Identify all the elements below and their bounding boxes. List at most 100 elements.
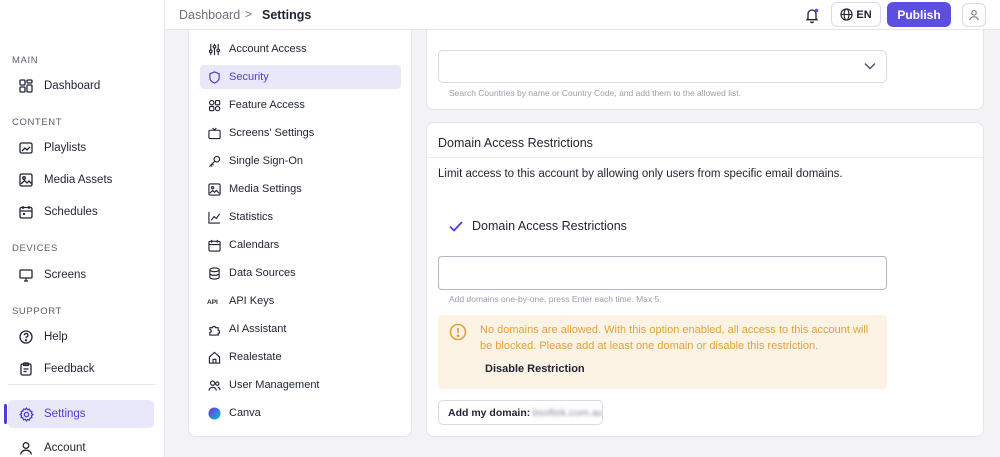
breadcrumb-dashboard[interactable]: Dashboard	[179, 8, 240, 22]
sidebar-item-playlists[interactable]: Playlists	[8, 134, 154, 162]
settings-item-calendars[interactable]: Calendars	[200, 233, 401, 257]
settings-item-label: API Keys	[229, 295, 275, 307]
section-label-content: CONTENT	[12, 117, 63, 128]
warning-alert: No domains are allowed. With this option…	[438, 315, 887, 389]
settings-item-label: Security	[229, 71, 269, 83]
settings-item-user-management[interactable]: User Management	[200, 373, 401, 397]
tv-icon	[207, 126, 221, 140]
user-icon	[969, 10, 979, 21]
language-label: EN	[856, 8, 872, 21]
top-bar: Dashboard > Settings EN Publish	[165, 0, 1000, 30]
settings-menu: Account Access Security Feature Access S…	[188, 30, 412, 437]
domain-input-help: Add domains one-by-one, press Enter each…	[449, 294, 662, 304]
chart-icon	[207, 210, 221, 224]
sidebar-item-label: Playlists	[44, 142, 87, 154]
home-icon	[207, 350, 221, 364]
database-icon	[207, 266, 221, 280]
playlist-icon	[18, 140, 34, 156]
sidebar-item-dashboard[interactable]: Dashboard	[8, 72, 154, 100]
settings-item-label: Statistics	[229, 211, 274, 223]
settings-item-feature-access[interactable]: Feature Access	[200, 93, 401, 117]
svg-text:API: API	[207, 299, 218, 306]
puzzle-icon	[207, 322, 221, 336]
user-icon	[18, 440, 34, 456]
sidebar-divider	[8, 384, 156, 385]
sidebar-item-label: Feedback	[44, 363, 95, 375]
help-circle-icon	[18, 329, 34, 345]
settings-item-label: User Management	[229, 379, 320, 391]
settings-item-statistics[interactable]: Statistics	[200, 205, 401, 229]
section-label-main: MAIN	[12, 55, 39, 66]
sidebar-item-settings[interactable]: Settings	[4, 400, 154, 428]
sidebar-item-label: Account	[44, 442, 86, 454]
publish-button[interactable]: Publish	[887, 2, 951, 27]
add-my-domain-button[interactable]: Add my domain: bsoftek.com.au	[438, 400, 603, 425]
sidebar-item-account[interactable]: Account	[8, 434, 154, 457]
settings-item-label: Single Sign-On	[229, 155, 303, 167]
calendar-icon	[18, 204, 34, 220]
card-description: Limit access to this account by allowing…	[438, 168, 843, 180]
section-label-support: SUPPORT	[12, 306, 62, 317]
users-icon	[207, 378, 221, 392]
country-restriction-card: Search Countries by name or Country Code…	[426, 30, 984, 110]
sidebar-item-label: Settings	[44, 408, 86, 420]
settings-item-canva[interactable]: Canva	[200, 401, 401, 425]
settings-item-label: Calendars	[229, 239, 280, 251]
avatar[interactable]	[962, 3, 986, 27]
breadcrumb-separator: >	[245, 7, 253, 21]
domain-access-card: Domain Access Restrictions Limit access …	[426, 122, 984, 437]
sidebar-item-label: Media Assets	[44, 174, 113, 186]
card-title: Domain Access Restrictions	[438, 136, 593, 150]
domain-restriction-toggle[interactable]: Domain Access Restrictions	[449, 219, 627, 233]
settings-item-security[interactable]: Security	[200, 65, 401, 89]
settings-item-data-sources[interactable]: Data Sources	[200, 261, 401, 285]
sidebar-item-label: Screens	[44, 269, 87, 281]
globe-icon	[840, 8, 853, 21]
settings-item-label: Account Access	[229, 43, 307, 55]
gear-icon	[18, 406, 34, 422]
domain-input[interactable]	[438, 256, 887, 290]
language-selector[interactable]: EN	[831, 2, 881, 27]
settings-item-label: Data Sources	[229, 267, 296, 279]
key-icon	[207, 154, 221, 168]
add-domain-label: Add my domain:	[448, 406, 531, 419]
card-divider	[427, 157, 983, 158]
settings-item-screens-settings[interactable]: Screens' Settings	[200, 121, 401, 145]
media-icon	[207, 182, 221, 196]
canva-icon	[207, 406, 221, 420]
sidebar-item-feedback[interactable]: Feedback	[8, 355, 154, 383]
settings-item-label: Screens' Settings	[229, 127, 315, 139]
sidebar-item-help[interactable]: Help	[8, 323, 154, 351]
section-label-devices: DEVICES	[12, 243, 58, 254]
sidebar-item-label: Dashboard	[44, 80, 101, 92]
country-help-text: Search Countries by name or Country Code…	[449, 88, 741, 98]
grid-icon	[207, 98, 221, 112]
warning-text: No domains are allowed. With this option…	[480, 324, 869, 352]
disable-restriction-button[interactable]: Disable Restriction	[485, 363, 585, 375]
sidebar: MAIN Dashboard CONTENT Playlists Media A…	[0, 0, 165, 457]
settings-item-realestate[interactable]: Realestate	[200, 345, 401, 369]
monitor-icon	[18, 267, 34, 283]
shield-icon	[207, 70, 221, 84]
calendar-icon	[207, 238, 221, 252]
sidebar-item-schedules[interactable]: Schedules	[8, 198, 154, 226]
country-select[interactable]	[438, 50, 887, 83]
warning-circle-icon	[449, 323, 467, 344]
dashboard-icon	[18, 78, 34, 94]
sliders-icon	[207, 42, 221, 56]
my-domain-value: bsoftek.com.au	[532, 406, 603, 419]
settings-item-api-keys[interactable]: API API Keys	[200, 289, 401, 313]
notification-bell-icon[interactable]	[803, 6, 821, 24]
sidebar-item-screens[interactable]: Screens	[8, 261, 154, 289]
chevron-down-icon	[864, 63, 876, 70]
settings-item-media-settings[interactable]: Media Settings	[200, 177, 401, 201]
breadcrumb-current: Settings	[262, 8, 312, 22]
clipboard-icon	[18, 361, 34, 377]
sidebar-item-media-assets[interactable]: Media Assets	[8, 166, 154, 194]
settings-item-label: AI Assistant	[229, 323, 287, 335]
image-icon	[18, 172, 34, 188]
settings-item-ai-assistant[interactable]: AI Assistant	[200, 317, 401, 341]
api-icon: API	[207, 294, 221, 308]
settings-item-single-sign-on[interactable]: Single Sign-On	[200, 149, 401, 173]
settings-item-account-access[interactable]: Account Access	[200, 37, 401, 61]
